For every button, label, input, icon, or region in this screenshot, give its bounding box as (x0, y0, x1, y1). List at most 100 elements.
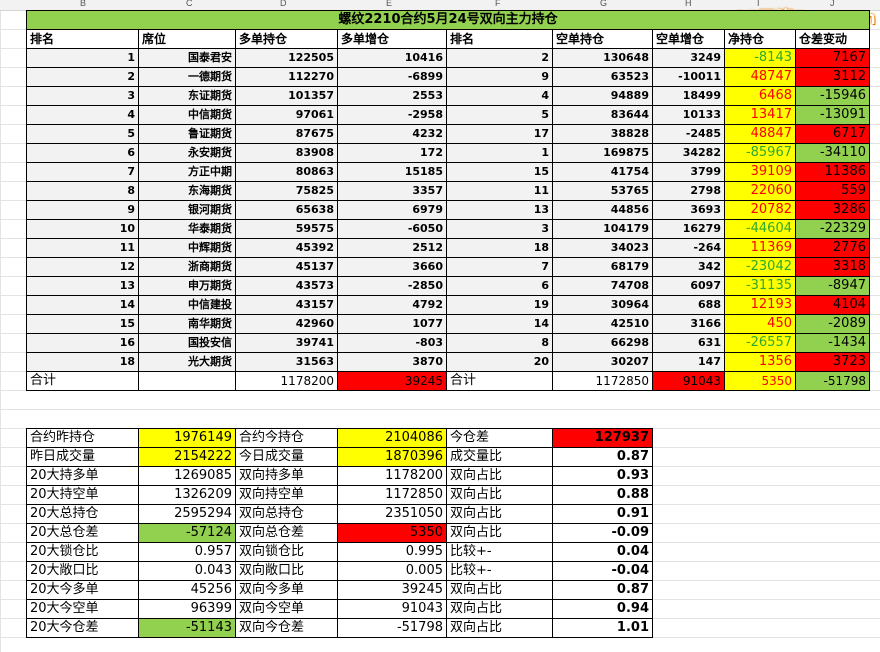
summary-value-3[interactable]: 0.93 (552, 466, 653, 486)
seat-cell[interactable]: 银河期货 (138, 200, 236, 220)
summary-label-3[interactable]: 今仓差 (446, 428, 553, 448)
rank-cell[interactable]: 16 (26, 333, 139, 353)
diff-cell[interactable]: 3318 (795, 257, 870, 277)
long-cell[interactable]: 97061 (235, 105, 338, 125)
header-seat[interactable]: 席位 (138, 29, 236, 49)
net-cell[interactable]: 13417 (724, 105, 796, 125)
short-rank-cell[interactable]: 4 (446, 86, 553, 106)
long-cell[interactable]: 101357 (235, 86, 338, 106)
seat-cell[interactable]: 南华期货 (138, 314, 236, 334)
summary-label-1[interactable]: 昨日成交量 (26, 447, 139, 467)
summary-value-2[interactable]: 2104086 (337, 428, 447, 448)
diff-cell[interactable]: 559 (795, 181, 870, 201)
summary-value-2[interactable]: 1870396 (337, 447, 447, 467)
rank-cell[interactable]: 5 (26, 124, 139, 144)
rank-cell[interactable]: 4 (26, 105, 139, 125)
diff-cell[interactable]: -15946 (795, 86, 870, 106)
short-rank-cell[interactable]: 11 (446, 181, 553, 201)
table-title[interactable]: 螺纹2210合约5月24号双向主力持仓 (26, 10, 870, 30)
summary-label-3[interactable]: 双向占比 (446, 485, 553, 505)
summary-label-2[interactable]: 双向总持仓 (235, 504, 338, 524)
rank-cell[interactable]: 2 (26, 67, 139, 87)
diff-cell[interactable]: -2089 (795, 314, 870, 334)
long-change-cell[interactable]: 4792 (337, 295, 447, 315)
summary-label-3[interactable]: 双向占比 (446, 466, 553, 486)
rank-cell[interactable]: 7 (26, 162, 139, 182)
summary-label-3[interactable]: 成交量比 (446, 447, 553, 467)
short-cell[interactable]: 104179 (552, 219, 653, 239)
long-cell[interactable]: 45392 (235, 238, 338, 258)
col-letter-e[interactable]: E (386, 0, 392, 8)
summary-label-2[interactable]: 双向今空单 (235, 599, 338, 619)
diff-cell[interactable]: 11386 (795, 162, 870, 182)
long-cell[interactable]: 122505 (235, 48, 338, 68)
summary-label-2[interactable]: 双向今仓差 (235, 618, 338, 638)
short-change-cell[interactable]: 34282 (652, 143, 725, 163)
summary-label-2[interactable]: 双向总仓差 (235, 523, 338, 543)
col-letter-h[interactable]: H (685, 0, 692, 8)
summary-value-2[interactable]: 1172850 (337, 485, 447, 505)
total-short-change[interactable]: 91043 (652, 371, 725, 391)
seat-cell[interactable]: 华泰期货 (138, 219, 236, 239)
short-rank-cell[interactable]: 18 (446, 238, 553, 258)
short-change-cell[interactable]: 3693 (652, 200, 725, 220)
short-rank-cell[interactable]: 8 (446, 333, 553, 353)
diff-cell[interactable]: 7167 (795, 48, 870, 68)
diff-cell[interactable]: -13091 (795, 105, 870, 125)
short-rank-cell[interactable]: 9 (446, 67, 553, 87)
long-change-cell[interactable]: 2553 (337, 86, 447, 106)
long-cell[interactable]: 112270 (235, 67, 338, 87)
long-cell[interactable]: 45137 (235, 257, 338, 277)
summary-value-1[interactable]: 1976149 (138, 428, 236, 448)
summary-label-2[interactable]: 合约今持仓 (235, 428, 338, 448)
diff-cell[interactable]: -8947 (795, 276, 870, 296)
long-cell[interactable]: 59575 (235, 219, 338, 239)
summary-value-1[interactable]: 2154222 (138, 447, 236, 467)
total-diff[interactable]: -51798 (795, 371, 870, 391)
summary-label-2[interactable]: 双向锁仓比 (235, 542, 338, 562)
summary-label-1[interactable]: 20大今空单 (26, 599, 139, 619)
summary-label-3[interactable]: 双向占比 (446, 618, 553, 638)
long-cell[interactable]: 87675 (235, 124, 338, 144)
header-short-rank[interactable]: 排名 (446, 29, 553, 49)
summary-value-1[interactable]: 2595294 (138, 504, 236, 524)
diff-cell[interactable]: 3286 (795, 200, 870, 220)
rank-cell[interactable]: 3 (26, 86, 139, 106)
short-rank-cell[interactable]: 13 (446, 200, 553, 220)
summary-value-3[interactable]: -0.04 (552, 561, 653, 581)
long-change-cell[interactable]: -6050 (337, 219, 447, 239)
short-cell[interactable]: 38828 (552, 124, 653, 144)
total-short[interactable]: 1172850 (552, 371, 653, 391)
seat-cell[interactable]: 国投安信 (138, 333, 236, 353)
diff-cell[interactable]: 4104 (795, 295, 870, 315)
short-change-cell[interactable]: 688 (652, 295, 725, 315)
summary-value-1[interactable]: 0.043 (138, 561, 236, 581)
summary-value-2[interactable]: -51798 (337, 618, 447, 638)
short-change-cell[interactable]: 10133 (652, 105, 725, 125)
net-cell[interactable]: -26557 (724, 333, 796, 353)
short-cell[interactable]: 74708 (552, 276, 653, 296)
long-change-cell[interactable]: 3870 (337, 352, 447, 372)
summary-value-3[interactable]: 0.87 (552, 580, 653, 600)
seat-cell[interactable]: 东证期货 (138, 86, 236, 106)
short-cell[interactable]: 30964 (552, 295, 653, 315)
short-change-cell[interactable]: 18499 (652, 86, 725, 106)
summary-value-2[interactable]: 2351050 (337, 504, 447, 524)
long-change-cell[interactable]: 172 (337, 143, 447, 163)
seat-cell[interactable]: 中信建投 (138, 295, 236, 315)
seat-cell[interactable]: 申万期货 (138, 276, 236, 296)
short-rank-cell[interactable]: 6 (446, 276, 553, 296)
col-letter-b[interactable]: B (80, 0, 86, 8)
short-cell[interactable]: 34023 (552, 238, 653, 258)
summary-value-3[interactable]: 0.88 (552, 485, 653, 505)
short-change-cell[interactable]: 342 (652, 257, 725, 277)
short-cell[interactable]: 68179 (552, 257, 653, 277)
header-long[interactable]: 多单持仓 (235, 29, 338, 49)
summary-label-1[interactable]: 合约昨持仓 (26, 428, 139, 448)
short-rank-cell[interactable]: 1 (446, 143, 553, 163)
short-cell[interactable]: 83644 (552, 105, 653, 125)
short-change-cell[interactable]: 3166 (652, 314, 725, 334)
long-cell[interactable]: 83908 (235, 143, 338, 163)
diff-cell[interactable]: -22329 (795, 219, 870, 239)
header-short[interactable]: 空单持仓 (552, 29, 653, 49)
